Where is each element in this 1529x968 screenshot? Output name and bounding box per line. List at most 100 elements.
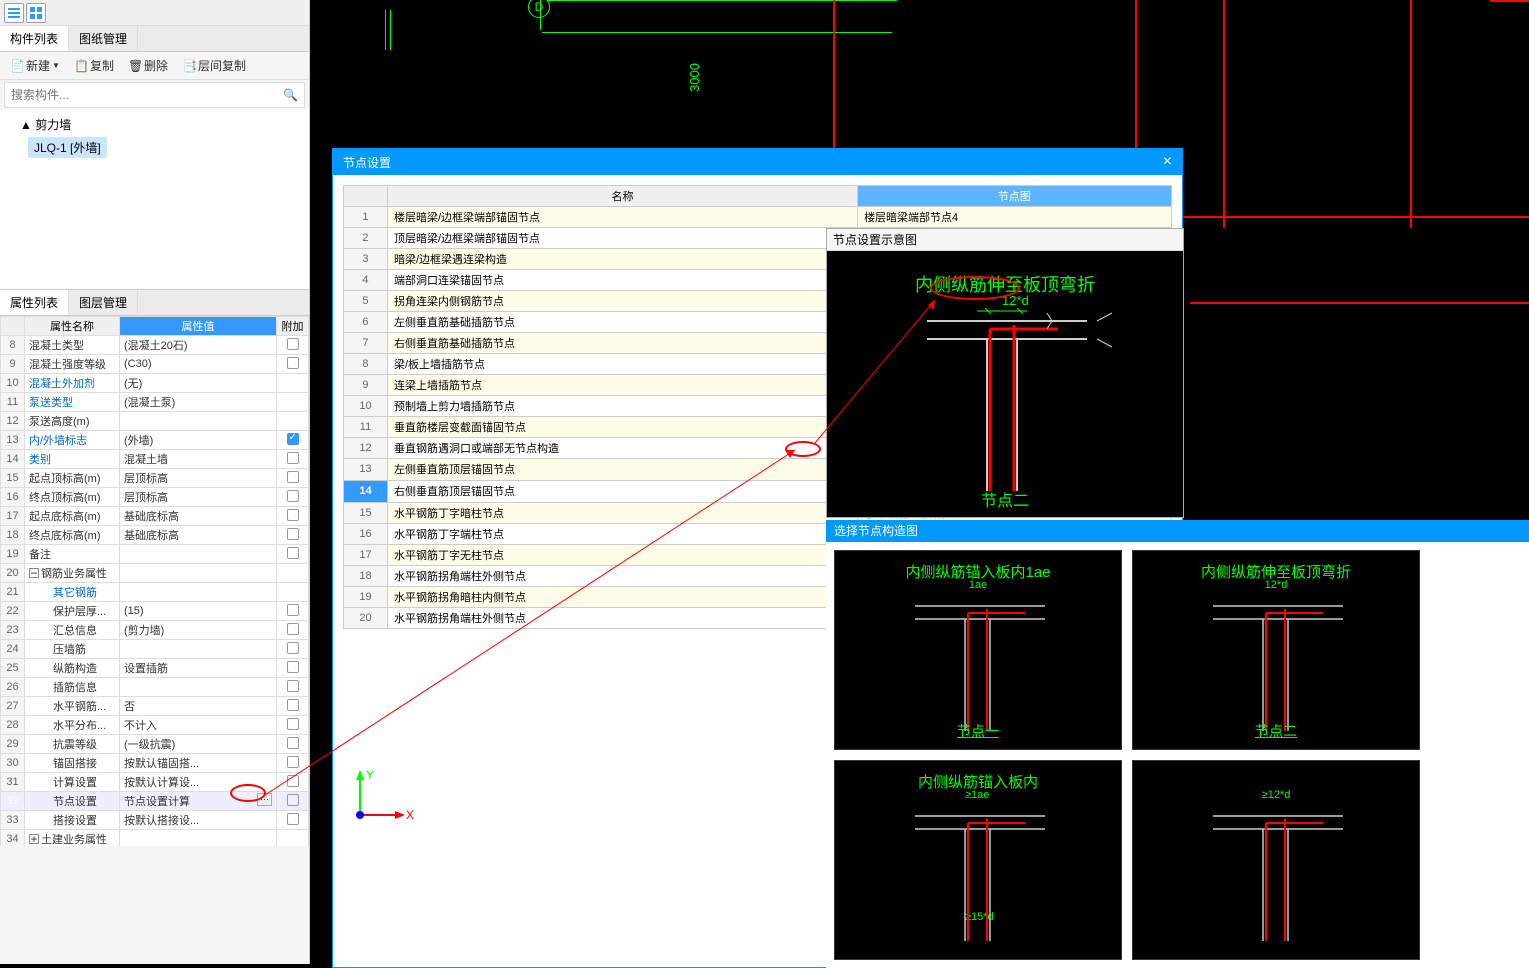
node-name[interactable]: 垂直筋楼层变截面锚固节点 bbox=[387, 417, 857, 438]
prop-name[interactable]: 插筋信息 bbox=[25, 678, 120, 697]
row-num[interactable]: 9 bbox=[1, 355, 25, 374]
node-row-num[interactable]: 7 bbox=[344, 333, 388, 354]
copy-button[interactable]: 📋复制 bbox=[70, 55, 118, 76]
prop-extra[interactable] bbox=[277, 735, 309, 754]
prop-name[interactable]: 水平分布... bbox=[25, 716, 120, 735]
row-num[interactable]: 21 bbox=[1, 583, 25, 602]
search-input[interactable] bbox=[11, 88, 283, 102]
prop-name[interactable]: 混凝土外加剂 bbox=[25, 374, 120, 393]
node-name[interactable]: 水平钢筋丁字暗柱节点 bbox=[387, 502, 857, 524]
row-num[interactable]: 28 bbox=[1, 716, 25, 735]
gallery-item[interactable]: 内侧纵筋伸至板顶弯折12*d 节点二 bbox=[1132, 550, 1420, 750]
row-num[interactable]: 34 bbox=[1, 830, 25, 847]
prop-name[interactable]: 纵筋构造 bbox=[25, 659, 120, 678]
node-row-num[interactable]: 10 bbox=[344, 396, 388, 417]
node-name[interactable]: 暗梁/边框梁遇连梁构造 bbox=[387, 249, 857, 270]
prop-value[interactable]: 混凝土墙 bbox=[120, 450, 277, 469]
tree-parent[interactable]: ▲ 剪力墙 bbox=[8, 114, 301, 135]
prop-value[interactable]: 层顶标高 bbox=[120, 488, 277, 507]
node-row-num[interactable]: 13 bbox=[344, 459, 388, 481]
node-name[interactable]: 水平钢筋丁字无柱节点 bbox=[387, 545, 857, 566]
prop-name[interactable]: 搭接设置 bbox=[25, 811, 120, 830]
row-num[interactable]: 26 bbox=[1, 678, 25, 697]
prop-name[interactable]: +土建业务属性 bbox=[25, 830, 120, 847]
prop-name[interactable]: 备注 bbox=[25, 545, 120, 564]
prop-name[interactable]: 锚固搭接 bbox=[25, 754, 120, 773]
prop-name[interactable]: 保护层厚... bbox=[25, 602, 120, 621]
prop-extra[interactable] bbox=[277, 697, 309, 716]
prop-name[interactable]: 混凝土强度等级 bbox=[25, 355, 120, 374]
tab-drawing-mgmt[interactable]: 图纸管理 bbox=[69, 26, 138, 51]
prop-value[interactable] bbox=[120, 545, 277, 564]
row-num[interactable]: 33 bbox=[1, 811, 25, 830]
prop-value[interactable]: (15) bbox=[120, 602, 277, 621]
prop-name[interactable]: 计算设置 bbox=[25, 773, 120, 792]
prop-value[interactable]: (剪力墙) bbox=[120, 621, 277, 640]
prop-value[interactable]: (C30) bbox=[120, 355, 277, 374]
prop-name[interactable]: 水平钢筋... bbox=[25, 697, 120, 716]
tree-child-jlq1[interactable]: JLQ-1 [外墙] bbox=[28, 137, 107, 158]
node-name[interactable]: 左侧垂直筋基础插筋节点 bbox=[387, 312, 857, 333]
prop-value[interactable]: (一级抗震) bbox=[120, 735, 277, 754]
row-num[interactable]: 17 bbox=[1, 507, 25, 526]
prop-extra[interactable] bbox=[277, 716, 309, 735]
prop-value[interactable]: 按默认锚固搭... bbox=[120, 754, 277, 773]
node-name[interactable]: 左侧垂直筋顶层锚固节点 bbox=[387, 459, 857, 481]
prop-value[interactable]: 基础底标高 bbox=[120, 526, 277, 545]
prop-name[interactable]: 终点顶标高(m) bbox=[25, 488, 120, 507]
row-num[interactable]: 30 bbox=[1, 754, 25, 773]
prop-extra[interactable] bbox=[277, 526, 309, 545]
close-button[interactable]: × bbox=[1163, 153, 1172, 171]
node-name[interactable]: 右侧垂直筋基础插筋节点 bbox=[387, 333, 857, 354]
prop-value[interactable]: 节点设置计算⋯ bbox=[120, 792, 277, 811]
node-row-num[interactable]: 9 bbox=[344, 375, 388, 396]
prop-extra[interactable] bbox=[277, 754, 309, 773]
row-num[interactable]: 20 bbox=[1, 564, 25, 583]
grid-view-button[interactable] bbox=[26, 3, 46, 23]
prop-extra[interactable] bbox=[277, 469, 309, 488]
node-row-num[interactable]: 12 bbox=[344, 438, 388, 459]
row-num[interactable]: 32 bbox=[1, 792, 25, 811]
row-num[interactable]: 15 bbox=[1, 469, 25, 488]
row-num[interactable]: 18 bbox=[1, 526, 25, 545]
node-row-num[interactable]: 18 bbox=[344, 566, 388, 587]
prop-extra[interactable] bbox=[277, 773, 309, 792]
row-num[interactable]: 16 bbox=[1, 488, 25, 507]
prop-value[interactable]: 层顶标高 bbox=[120, 469, 277, 488]
prop-extra[interactable] bbox=[277, 811, 309, 830]
gallery-item[interactable]: ≥12*d bbox=[1132, 760, 1420, 960]
prop-value[interactable]: 不计入 bbox=[120, 716, 277, 735]
prop-extra[interactable] bbox=[277, 488, 309, 507]
node-diagram[interactable]: 楼层暗梁端部节点4 bbox=[858, 207, 1171, 228]
list-view-button[interactable] bbox=[4, 3, 24, 23]
row-num[interactable]: 10 bbox=[1, 374, 25, 393]
node-row-num[interactable]: 4 bbox=[344, 270, 388, 291]
gallery-item[interactable]: 内侧纵筋锚入板内1ae1ae 节点一 bbox=[834, 550, 1122, 750]
row-num[interactable]: 14 bbox=[1, 450, 25, 469]
node-name[interactable]: 拐角连梁内侧钢筋节点 bbox=[387, 291, 857, 312]
prop-name[interactable]: 混凝土类型 bbox=[25, 336, 120, 355]
node-name[interactable]: 顶层暗梁/边框梁端部锚固节点 bbox=[387, 228, 857, 249]
prop-extra[interactable] bbox=[277, 374, 309, 393]
row-num[interactable]: 25 bbox=[1, 659, 25, 678]
node-row-num[interactable]: 16 bbox=[344, 524, 388, 545]
prop-extra[interactable] bbox=[277, 564, 309, 583]
prop-value[interactable] bbox=[120, 678, 277, 697]
prop-value[interactable]: 设置插筋 bbox=[120, 659, 277, 678]
tab-layer-mgmt[interactable]: 图层管理 bbox=[69, 290, 138, 315]
prop-extra[interactable] bbox=[277, 640, 309, 659]
prop-extra[interactable] bbox=[277, 393, 309, 412]
node-name[interactable]: 水平钢筋拐角端柱外侧节点 bbox=[387, 608, 857, 629]
search-icon[interactable]: 🔍 bbox=[283, 88, 298, 102]
row-num[interactable]: 29 bbox=[1, 735, 25, 754]
prop-value[interactable]: 按默认搭接设... bbox=[120, 811, 277, 830]
node-row-num[interactable]: 3 bbox=[344, 249, 388, 270]
prop-name[interactable]: 泵送高度(m) bbox=[25, 412, 120, 431]
prop-name[interactable]: 起点顶标高(m) bbox=[25, 469, 120, 488]
prop-extra[interactable] bbox=[277, 583, 309, 602]
node-row-num[interactable]: 15 bbox=[344, 502, 388, 524]
prop-name[interactable]: −钢筋业务属性 bbox=[25, 564, 120, 583]
node-name[interactable]: 水平钢筋丁字端柱节点 bbox=[387, 524, 857, 545]
new-button[interactable]: 📄新建▼ bbox=[6, 55, 64, 76]
node-row-num[interactable]: 6 bbox=[344, 312, 388, 333]
